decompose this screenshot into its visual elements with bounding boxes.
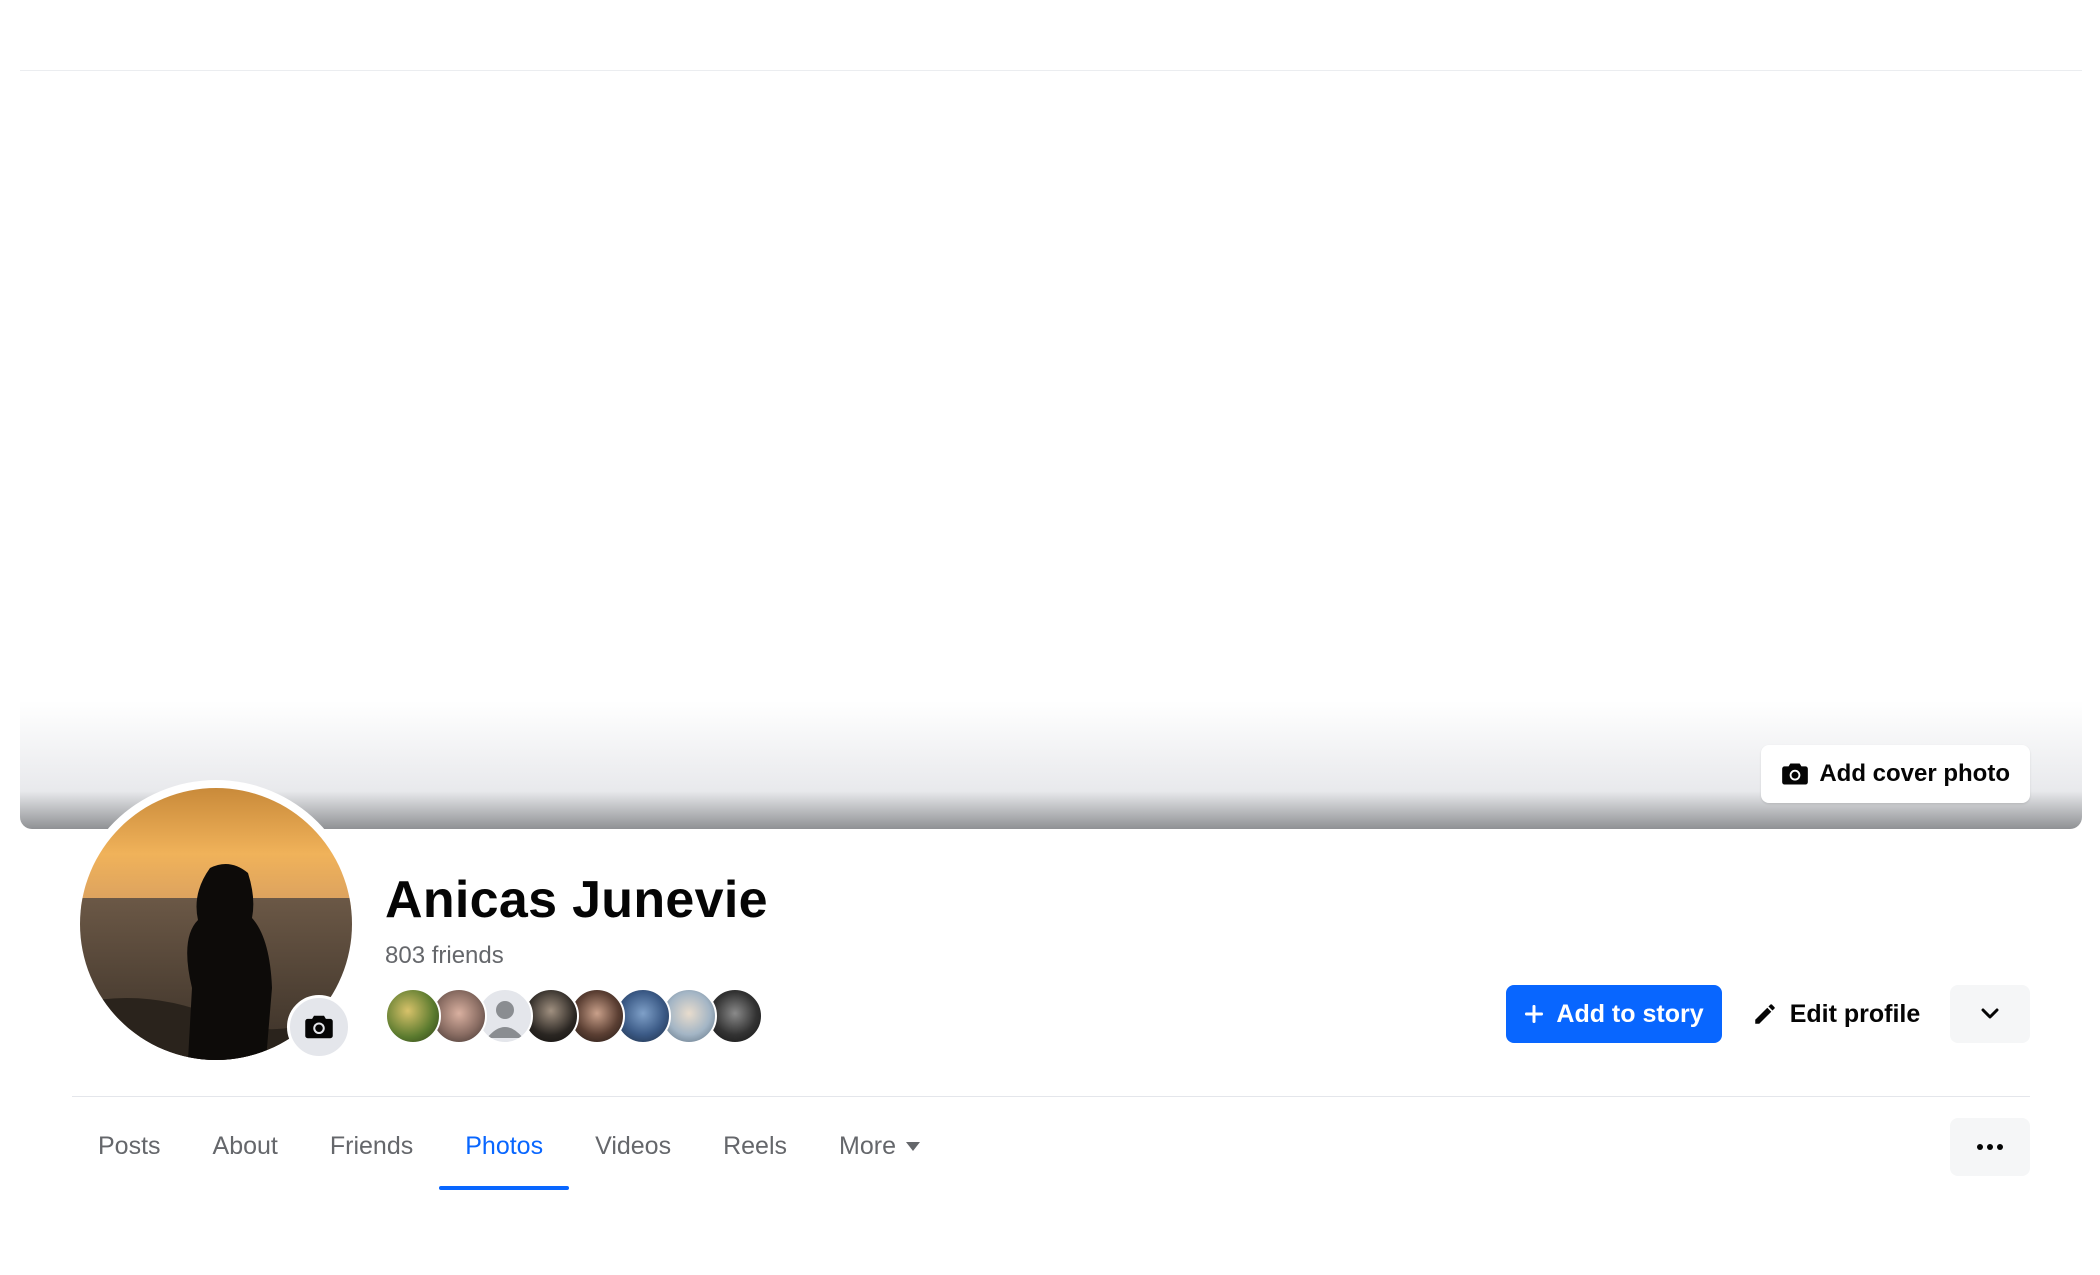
tab-photos[interactable]: Photos bbox=[439, 1110, 569, 1190]
tab-label: Photos bbox=[465, 1131, 544, 1160]
plus-icon bbox=[1525, 1005, 1544, 1023]
tab-friends[interactable]: Friends bbox=[304, 1110, 439, 1182]
tab-reels[interactable]: Reels bbox=[697, 1110, 813, 1182]
add-to-story-button[interactable]: Add to story bbox=[1506, 985, 1722, 1043]
chevron-down-icon bbox=[1981, 1008, 1999, 1019]
more-horizontal-icon bbox=[1977, 1144, 1983, 1150]
update-profile-picture-button[interactable] bbox=[287, 995, 351, 1059]
more-options-button[interactable] bbox=[1950, 1118, 2030, 1176]
profile-tabs: Posts About Friends Photos Videos Reels … bbox=[72, 1110, 946, 1190]
tab-posts[interactable]: Posts bbox=[72, 1110, 187, 1182]
tab-label: Videos bbox=[595, 1131, 672, 1160]
profile-header-divider bbox=[72, 1096, 2030, 1097]
tab-videos[interactable]: Videos bbox=[569, 1110, 697, 1182]
tab-label: Reels bbox=[723, 1131, 788, 1160]
camera-icon bbox=[1782, 763, 1809, 785]
friends-count-link[interactable]: 803 friends bbox=[385, 942, 504, 970]
tab-label: More bbox=[839, 1131, 896, 1160]
profile-name: Anicas Junevie bbox=[385, 871, 768, 929]
pencil-icon bbox=[1754, 1004, 1775, 1024]
add-cover-photo-button[interactable]: Add cover photo bbox=[1761, 745, 2030, 803]
tab-about[interactable]: About bbox=[187, 1110, 304, 1182]
camera-icon bbox=[305, 1015, 333, 1039]
edit-profile-label: Edit profile bbox=[1789, 999, 1921, 1028]
add-to-story-label: Add to story bbox=[1556, 999, 1704, 1028]
tab-more[interactable]: More bbox=[813, 1110, 946, 1182]
tab-label: Posts bbox=[98, 1131, 161, 1160]
add-cover-photo-label: Add cover photo bbox=[1819, 760, 2010, 787]
profile-options-dropdown-button[interactable] bbox=[1950, 985, 2030, 1043]
tab-label: Friends bbox=[329, 1131, 414, 1160]
tab-label: About bbox=[212, 1131, 278, 1160]
edit-profile-button[interactable]: Edit profile bbox=[1738, 985, 1934, 1043]
friend-avatar[interactable] bbox=[385, 988, 441, 1044]
caret-down-icon bbox=[905, 1141, 920, 1151]
cover-photo-area: Add cover photo bbox=[20, 71, 2082, 829]
